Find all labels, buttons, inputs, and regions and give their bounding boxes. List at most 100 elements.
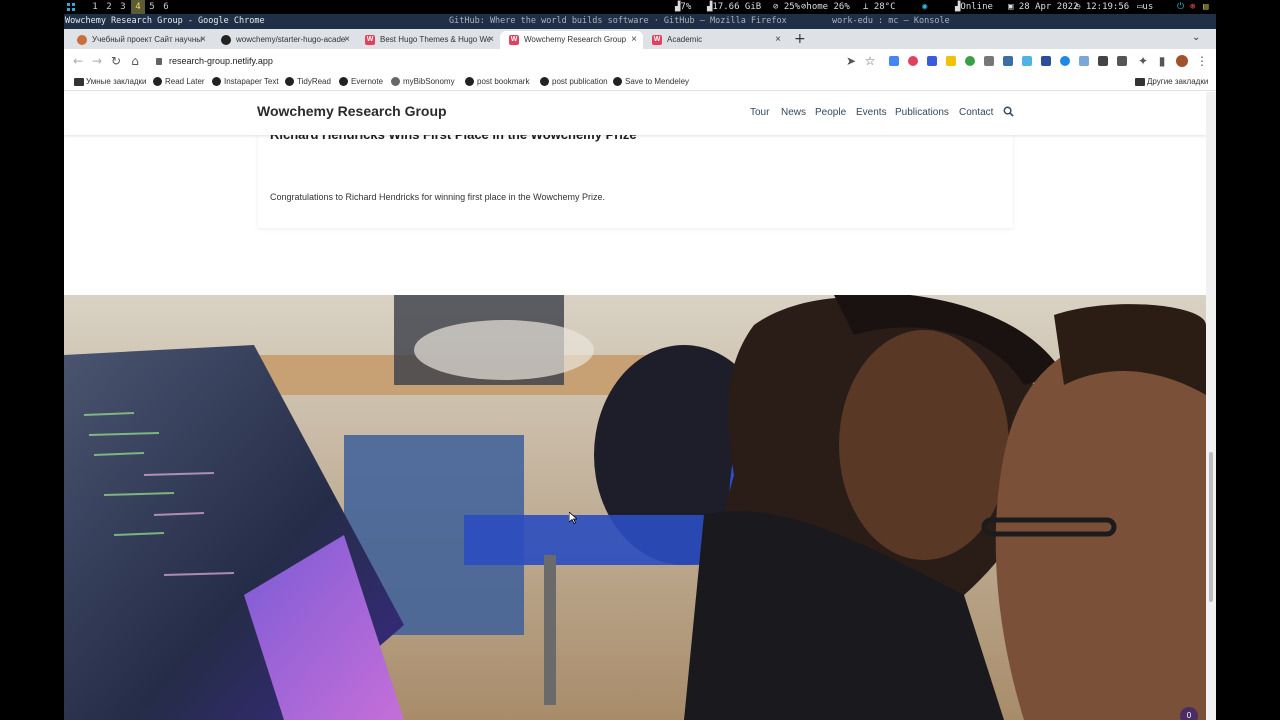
tab-3[interactable]: W Best Hugo Themes & Hugo Websites × (356, 31, 500, 49)
forward-button[interactable]: → (89, 53, 105, 69)
bookmark-label: Read Later (165, 77, 205, 86)
workspace-2[interactable]: 2 (102, 0, 116, 14)
globe-icon (339, 77, 348, 86)
nav-tour[interactable]: Tour (750, 107, 769, 118)
kebab-menu-icon[interactable]: ⋮ (1194, 53, 1210, 69)
close-icon[interactable]: × (344, 31, 350, 49)
workspace-5[interactable]: 5 (145, 0, 159, 14)
send-icon[interactable]: ➤ (843, 53, 859, 69)
lock-icon[interactable] (156, 58, 162, 65)
workspace-6[interactable]: 6 (159, 0, 173, 14)
window-title-bar: Wowchemy Research Group - Google Chrome … (64, 14, 1216, 29)
chrome-browser: Учебный проект Сайт научных × wowchemy/s… (64, 29, 1216, 720)
power-icon[interactable]: ⏻ (1177, 0, 1184, 14)
extension-blue-icon[interactable] (1079, 56, 1089, 66)
bookmark-item[interactable]: Instapaper Text (212, 73, 279, 90)
chat-badge-button[interactable]: 0 (1180, 707, 1198, 720)
translator-icon[interactable] (1117, 56, 1127, 66)
evernote-icon[interactable] (965, 56, 975, 66)
settings-icon[interactable]: ⊛ (1190, 0, 1195, 14)
close-icon[interactable]: × (775, 31, 781, 49)
bookmark-star-icon[interactable]: ☆ (862, 53, 878, 69)
tab-5[interactable]: W Academic × (643, 31, 787, 49)
tab-strip: Учебный проект Сайт научных × wowchemy/s… (64, 29, 1216, 49)
nav-people[interactable]: People (815, 107, 846, 118)
date-indicator: ▣ 28 Apr 2022 (1008, 2, 1079, 12)
bookmark-item[interactable]: myBibSonomy (391, 73, 455, 90)
avatar[interactable] (1176, 55, 1188, 67)
bookmark-label: Instapaper Text (224, 77, 279, 86)
globe-icon (465, 77, 474, 86)
close-icon[interactable]: × (200, 31, 206, 49)
tab-search-chevron-icon[interactable]: ⌄ (1192, 32, 1200, 43)
network-indicator: ▟Online (955, 2, 993, 12)
pocket-icon[interactable] (908, 56, 918, 66)
back-button[interactable]: ← (70, 53, 86, 69)
web-page: Wowchemy Research Group Tour News People… (64, 92, 1206, 720)
tab-label: wowchemy/starter-hugo-academic (236, 35, 346, 44)
bookmark-item[interactable]: Evernote (339, 73, 383, 90)
nav-events[interactable]: Events (856, 107, 887, 118)
close-icon[interactable]: × (631, 31, 637, 49)
bookmark-label: Умные закладки (86, 77, 147, 86)
page-scrollbar[interactable] (1206, 92, 1216, 720)
keyboard-layout-indicator[interactable]: ▭us (1137, 0, 1153, 14)
address-bar[interactable]: research-group.netlify.app (156, 53, 836, 69)
translate-icon[interactable] (889, 56, 899, 66)
reload-button[interactable]: ↻ (108, 53, 124, 69)
desktop-screen: 1 2 3 4 5 6 ▟7% ▟17.66 GiB ⊘ 25% ⊘home 2… (0, 0, 1280, 720)
nav-contact[interactable]: Contact (959, 107, 993, 118)
cart-icon[interactable] (927, 56, 937, 66)
wowchemy-icon: W (652, 35, 662, 45)
other-bookmarks-folder[interactable]: Другие закладки (1135, 73, 1208, 90)
konsole-window-title[interactable]: work-edu : mc — Konsole (832, 14, 950, 29)
bookmark-item[interactable]: TidyRead (285, 73, 331, 90)
site-navbar: Wowchemy Research Group Tour News People… (64, 92, 1206, 135)
close-icon[interactable]: × (488, 31, 494, 49)
extensions-puzzle-icon[interactable]: ✦ (1135, 53, 1151, 69)
tab-4-active[interactable]: W Wowchemy Research Group × (500, 31, 643, 49)
bookmark-item[interactable]: Read Later (153, 73, 205, 90)
bookmarks-bar: Умные закладки Read Later Instapaper Tex… (64, 73, 1216, 91)
tab-1[interactable]: Учебный проект Сайт научных × (68, 31, 212, 49)
bookmark-folder[interactable]: Умные закладки (74, 73, 147, 90)
extension-gray-icon[interactable] (984, 56, 994, 66)
tab-label: Academic (667, 35, 703, 44)
scrollbar-thumb[interactable] (1209, 452, 1213, 602)
help-icon[interactable] (1060, 56, 1070, 66)
workspace-1[interactable]: 1 (88, 0, 102, 14)
bookmark-item[interactable]: post publication (540, 73, 608, 90)
nav-news[interactable]: News (781, 107, 806, 118)
notes-icon[interactable]: ▤ (1203, 0, 1208, 14)
side-panel-icon[interactable]: ▮ (1154, 53, 1170, 69)
workspace-3[interactable]: 3 (116, 0, 130, 14)
app-menu-icon[interactable] (67, 3, 75, 11)
download-icon[interactable] (1003, 56, 1013, 66)
bookmark-item[interactable]: Save to Mendeley (613, 73, 689, 90)
temperature-indicator: ⊥ 28°C (863, 2, 896, 12)
nav-publications[interactable]: Publications (895, 107, 949, 118)
graduation-cap-icon[interactable] (1041, 56, 1051, 66)
disk-indicator: ⊘ 25% (773, 2, 801, 12)
extension-dark-icon[interactable] (1098, 56, 1108, 66)
firefox-window-title[interactable]: GitHub: Where the world builds software … (449, 14, 787, 29)
site-brand[interactable]: Wowchemy Research Group (257, 103, 447, 119)
calendar-icon[interactable] (1022, 56, 1032, 66)
mouse-cursor-icon (569, 512, 577, 524)
home-indicator: ⊘home 26% (801, 2, 850, 12)
globe-icon (613, 77, 622, 86)
time-indicator: ◷ 12:19:56 (1075, 2, 1130, 12)
new-tab-button[interactable]: + (794, 31, 806, 47)
home-button[interactable]: ⌂ (127, 53, 143, 69)
search-icon[interactable] (1003, 106, 1014, 117)
bookmark-label: Другие закладки (1147, 77, 1209, 86)
news-card: Richard Hendricks Wins First Place in th… (258, 122, 1013, 228)
folder-icon (74, 78, 84, 86)
hero-photo (64, 295, 1206, 720)
extension-yellow-icon[interactable] (946, 56, 956, 66)
bookmark-item[interactable]: post bookmark (465, 73, 529, 90)
bookmark-label: Evernote (351, 77, 384, 86)
hero-background-image (64, 295, 1206, 720)
tab-2[interactable]: wowchemy/starter-hugo-academic × (212, 31, 356, 49)
workspace-4[interactable]: 4 (131, 0, 145, 14)
